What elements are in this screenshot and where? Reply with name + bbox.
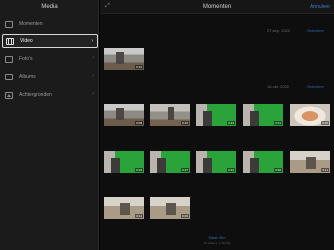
sidebar-item-label: Momenten	[19, 21, 43, 27]
video-thumbnail[interactable]: 0:36	[243, 151, 283, 173]
duration-badge: 0:36	[274, 168, 282, 172]
video-thumbnail[interactable]: 0:42	[196, 151, 236, 173]
video-thumbnail[interactable]: 0:23	[196, 104, 236, 126]
sidebar-title: Media	[41, 4, 58, 10]
duration-badge: 0:08	[135, 121, 143, 125]
moments-icon	[5, 20, 13, 28]
sidebar-item-label: Foto's	[19, 56, 33, 62]
film-icon	[6, 37, 14, 45]
duration-badge: 0:27	[181, 168, 189, 172]
sidebar-item-achtergronden[interactable]: Achtergronden ›	[2, 88, 98, 102]
duration-badge: 0:14	[135, 214, 143, 218]
chevron-right-icon: ›	[92, 55, 94, 61]
duration-badge: 0:31	[274, 121, 282, 125]
media-sidebar: Media Momenten Video › Foto's › Albums ›…	[0, 0, 99, 250]
sidebar-item-label: Achtergronden	[19, 92, 52, 98]
video-thumbnail[interactable]: 0:27	[150, 151, 190, 173]
photos-icon	[5, 55, 13, 63]
video-thumbnail[interactable]: 0:19	[104, 151, 144, 173]
video-thumbnail[interactable]: 0:31	[243, 104, 283, 126]
make-movie-link[interactable]: Maak film	[100, 235, 334, 240]
sidebar-item-albums[interactable]: Albums ›	[2, 70, 98, 84]
date-label: 27 sep. 2022	[267, 28, 291, 33]
duration-badge: 0:15	[181, 121, 189, 125]
summary-text: 13 video's, 1 filmstijl	[203, 241, 231, 245]
sidebar-item-fotos[interactable]: Foto's ›	[2, 52, 98, 66]
duration-badge: 0:12	[135, 65, 143, 69]
top-bar: ⤢ Momenten Annuleer	[100, 0, 334, 14]
video-thumbnail[interactable]: 0:11	[290, 151, 330, 173]
chevron-right-icon: ›	[92, 73, 94, 79]
chevron-right-icon: ›	[92, 91, 94, 97]
duration-badge: 0:23	[227, 121, 235, 125]
video-thumbnail[interactable]: 0:15	[150, 104, 190, 126]
albums-icon	[5, 74, 13, 80]
duration-badge: 0:42	[227, 168, 235, 172]
page-title: Momenten	[202, 4, 232, 10]
cancel-button[interactable]: Annuleer	[310, 4, 330, 10]
duration-badge: 0:05	[321, 121, 329, 125]
select-button[interactable]: Selecteer	[307, 28, 324, 33]
duration-badge: 0:09	[181, 214, 189, 218]
chevron-right-icon: ›	[91, 38, 93, 44]
moments-panel: ⤢ Momenten Annuleer 27 sep. 2022 Selecte…	[100, 0, 334, 250]
video-thumbnail[interactable]: 0:08	[104, 104, 144, 126]
sidebar-item-label: Albums	[19, 74, 36, 80]
sidebar-item-video[interactable]: Video ›	[2, 34, 98, 48]
duration-badge: 0:19	[135, 168, 143, 172]
video-thumbnail[interactable]: 0:05	[290, 104, 330, 126]
sidebar-item-momenten[interactable]: Momenten	[2, 17, 98, 31]
duration-badge: 0:11	[321, 168, 329, 172]
select-button[interactable]: Selecteer	[307, 84, 324, 89]
backgrounds-icon	[5, 91, 13, 99]
video-thumbnail[interactable]: 0:12	[104, 48, 144, 70]
video-thumbnail[interactable]: 0:09	[150, 197, 190, 219]
video-thumbnail[interactable]: 0:14	[104, 197, 144, 219]
date-label: 18 okt. 2022	[267, 84, 290, 89]
sidebar-item-label: Video	[20, 38, 33, 44]
